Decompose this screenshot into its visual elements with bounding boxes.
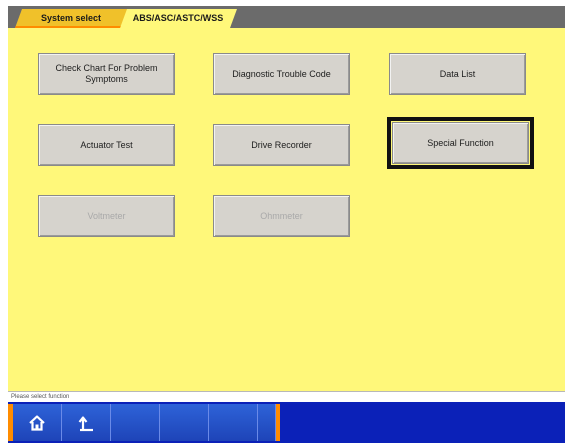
toolbar-divider	[276, 404, 280, 441]
home-icon	[29, 414, 45, 431]
voltmeter-button: Voltmeter	[38, 195, 175, 237]
tab-bar: ABS/ASC/ASTC/WSS System select	[8, 6, 565, 28]
drive-recorder-button[interactable]: Drive Recorder	[213, 124, 350, 166]
toolbar-slot-5[interactable]	[209, 404, 258, 441]
bottom-toolbar	[8, 402, 565, 443]
app-window: ABS/ASC/ASTC/WSS System select Check Cha…	[8, 6, 565, 443]
toolbar-slot-3[interactable]	[111, 404, 160, 441]
diagnostic-trouble-code-button[interactable]: Diagnostic Trouble Code	[213, 53, 350, 95]
special-function-button[interactable]: Special Function	[387, 117, 534, 169]
data-list-button[interactable]: Data List	[389, 53, 526, 95]
function-panel: Check Chart For Problem Symptoms Diagnos…	[8, 28, 565, 391]
ohmmeter-button: Ohmmeter	[213, 195, 350, 237]
tab-current-system[interactable]: ABS/ASC/ASTC/WSS	[119, 9, 237, 28]
tab-system-select[interactable]: System select	[15, 9, 127, 28]
toolbar-slot-4[interactable]	[160, 404, 209, 441]
return-button[interactable]	[62, 404, 111, 441]
return-icon	[78, 415, 93, 431]
toolbar-slot-6[interactable]	[258, 404, 276, 441]
check-chart-button[interactable]: Check Chart For Problem Symptoms	[38, 53, 175, 95]
home-button[interactable]	[13, 404, 62, 441]
status-bar: Please select function	[8, 391, 565, 402]
actuator-test-button[interactable]: Actuator Test	[38, 124, 175, 166]
